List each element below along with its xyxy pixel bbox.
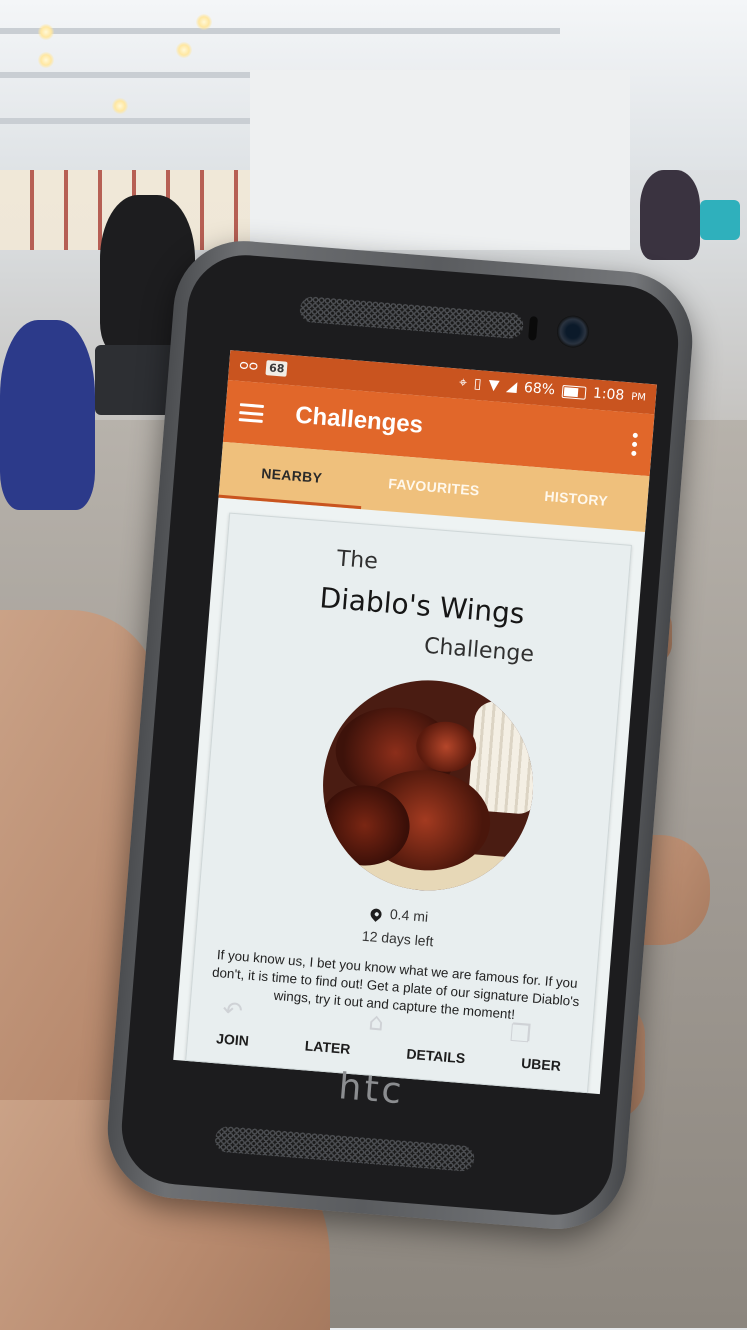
location-pin-icon [368, 906, 385, 922]
ceiling-lamp [196, 14, 212, 30]
proximity-sensor [528, 316, 538, 341]
back-icon[interactable]: ↶ [221, 996, 243, 1026]
battery-percent: 68% [523, 379, 556, 399]
tab-favourites[interactable]: FAVOURITES [361, 453, 508, 520]
front-camera-icon [555, 314, 591, 349]
ceiling-lamp [38, 52, 54, 68]
signal-icon: ◢ [505, 378, 518, 396]
smartphone: ᴑᴑ 68 ⌖ ▯ ▼ ◢ 68% 1:08 PM Challenges NEA… [102, 235, 698, 1235]
gps-icon: ⌖ [458, 374, 468, 392]
ceiling-lamp [38, 24, 54, 40]
vibrate-icon: ▯ [473, 375, 483, 393]
challenge-title-prefix: The [335, 546, 379, 575]
clock: 1:08 [592, 385, 625, 404]
challenge-food-photo [314, 672, 542, 899]
battery-icon [561, 384, 587, 400]
bottom-speaker-grille [214, 1125, 476, 1173]
ceiling-beam [0, 28, 560, 34]
home-icon[interactable]: ⌂ [367, 1007, 384, 1036]
top-speaker-grille [298, 295, 525, 340]
hamburger-menu-icon[interactable] [238, 403, 265, 423]
challenge-title: Diablo's Wings [318, 581, 526, 631]
phone-face: ᴑᴑ 68 ⌖ ▯ ▼ ◢ 68% 1:08 PM Challenges NEA… [117, 250, 683, 1220]
teal-box [700, 200, 740, 240]
ceiling-lamp [112, 98, 128, 114]
back-wall [250, 70, 630, 250]
voicemail-icon: ᴑᴑ [238, 356, 259, 375]
tab-history[interactable]: HISTORY [503, 465, 650, 532]
recents-icon[interactable]: ❐ [509, 1019, 533, 1049]
notification-count-badge: 68 [265, 359, 289, 377]
person-silhouette [0, 320, 95, 510]
page-title: Challenges [294, 401, 425, 439]
distance: 0.4 mi [389, 905, 429, 925]
person-silhouette [640, 170, 700, 260]
more-vert-icon[interactable] [631, 432, 639, 460]
ceiling-lamp [176, 42, 192, 58]
wifi-icon: ▼ [487, 376, 500, 394]
clock-ampm: PM [630, 390, 647, 404]
challenge-title-suffix: Challenge [423, 633, 535, 668]
tab-nearby[interactable]: NEARBY [218, 441, 366, 510]
